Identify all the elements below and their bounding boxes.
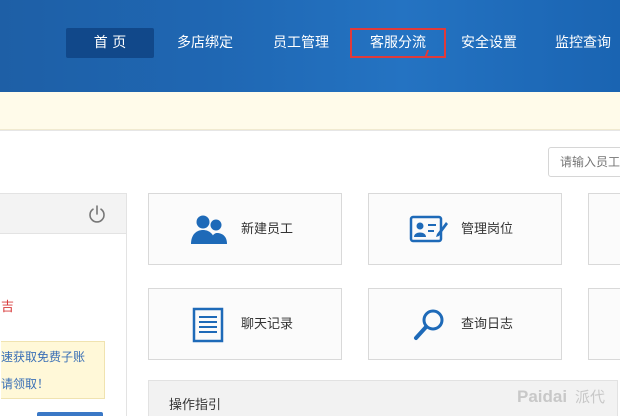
new-staff-label: 新建员工 [241, 222, 294, 237]
nav-staff[interactable]: 员工管理 [262, 28, 340, 58]
svg-text:派代: 派代 [575, 388, 605, 406]
card-partial-bottom[interactable] [588, 288, 620, 360]
nav-customer-routing[interactable]: 客服分流 [350, 28, 446, 58]
power-icon[interactable] [87, 204, 107, 224]
note-line-2[interactable]: 请领取！ [1, 371, 104, 398]
chat-records-card[interactable]: 聊天记录 [148, 288, 342, 360]
staff-search-input[interactable] [548, 147, 620, 177]
divider [0, 130, 620, 131]
left-red-text: 吉 [1, 300, 15, 315]
nav-multi-store[interactable]: 多店绑定 [166, 28, 244, 58]
left-panel: 吉 速获取免费子账 请领取！ [0, 193, 127, 416]
nav-home[interactable]: 首 页 [66, 28, 154, 58]
operation-guide-title: 操作指引 [169, 398, 222, 413]
left-panel-button[interactable] [37, 412, 103, 416]
id-card-icon [409, 215, 448, 243]
notice-bar [0, 92, 620, 130]
new-staff-card[interactable]: 新建员工 [148, 193, 342, 265]
svg-text:Paidai: Paidai [517, 387, 567, 406]
query-log-label: 查询日志 [461, 317, 514, 332]
card-partial-top[interactable] [588, 193, 620, 265]
magnifier-icon [414, 309, 444, 340]
nav-monitor[interactable]: 监控查询 [546, 28, 620, 58]
document-icon [192, 307, 224, 343]
chat-records-label: 聊天记录 [241, 317, 294, 332]
manage-posts-card[interactable]: 管理岗位 [368, 193, 562, 265]
paidai-watermark-logo: Paidai 派代 [517, 387, 605, 406]
top-nav-bar: 首 页 多店绑定 员工管理 客服分流 安全设置 监控查询 [0, 0, 620, 92]
note-line-1[interactable]: 速获取免费子账 [1, 344, 104, 371]
query-log-card[interactable]: 查询日志 [368, 288, 562, 360]
manage-posts-label: 管理岗位 [461, 222, 514, 237]
free-subaccount-note[interactable]: 速获取免费子账 请领取！ [1, 341, 105, 399]
nav-security[interactable]: 安全设置 [450, 28, 528, 58]
left-panel-header [0, 194, 126, 234]
users-icon [191, 215, 227, 244]
